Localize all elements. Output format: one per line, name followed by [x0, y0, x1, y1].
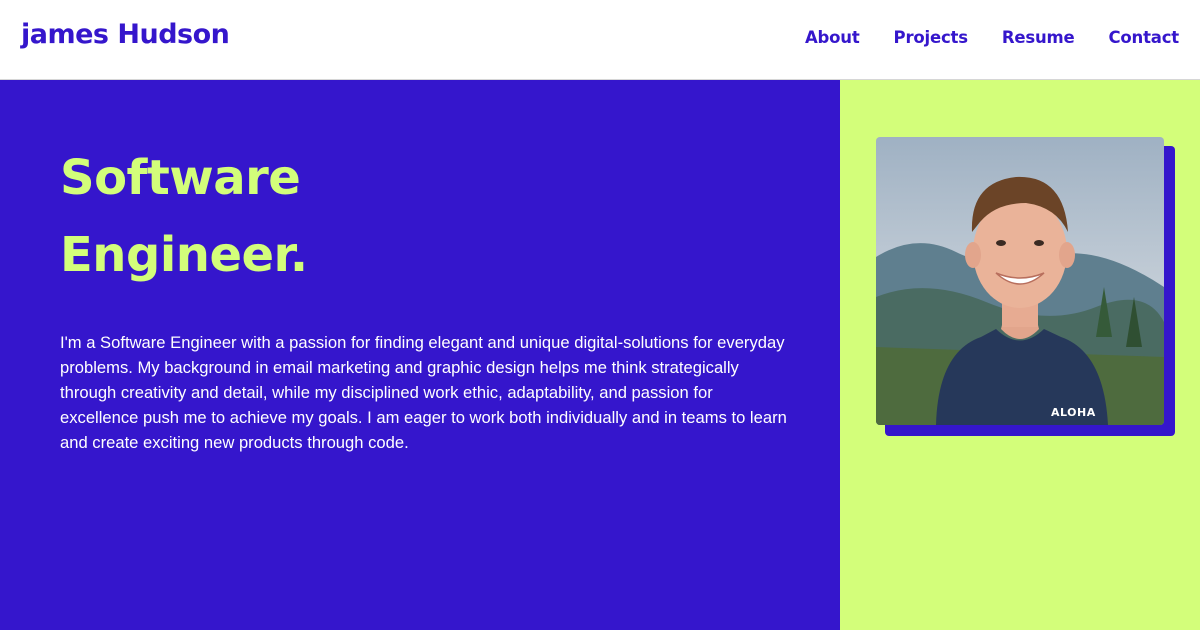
headline-line-1: Software — [60, 150, 301, 206]
main-nav: About Projects Resume Contact — [805, 28, 1179, 47]
hero-bio: I'm a Software Engineer with a passion f… — [60, 333, 787, 452]
profile-photo: ALOHA — [876, 137, 1164, 425]
nav-link-resume[interactable]: Resume — [1002, 28, 1075, 47]
photo-panel: ALOHA — [840, 80, 1200, 630]
headline-line-2: Engineer. — [60, 227, 308, 283]
hero-section: Software Engineer. I'm a Software Engine… — [0, 80, 840, 630]
shirt-text: ALOHA — [1051, 406, 1096, 419]
nav-link-about[interactable]: About — [805, 28, 860, 47]
nav-link-contact[interactable]: Contact — [1109, 28, 1180, 47]
site-header: james Hudson About Projects Resume Conta… — [0, 0, 1200, 80]
nav-link-projects[interactable]: Projects — [894, 28, 969, 47]
hero-headline: Software Engineer. — [60, 140, 308, 294]
profile-photo-illustration — [876, 137, 1164, 425]
site-logo[interactable]: james Hudson — [21, 19, 230, 50]
